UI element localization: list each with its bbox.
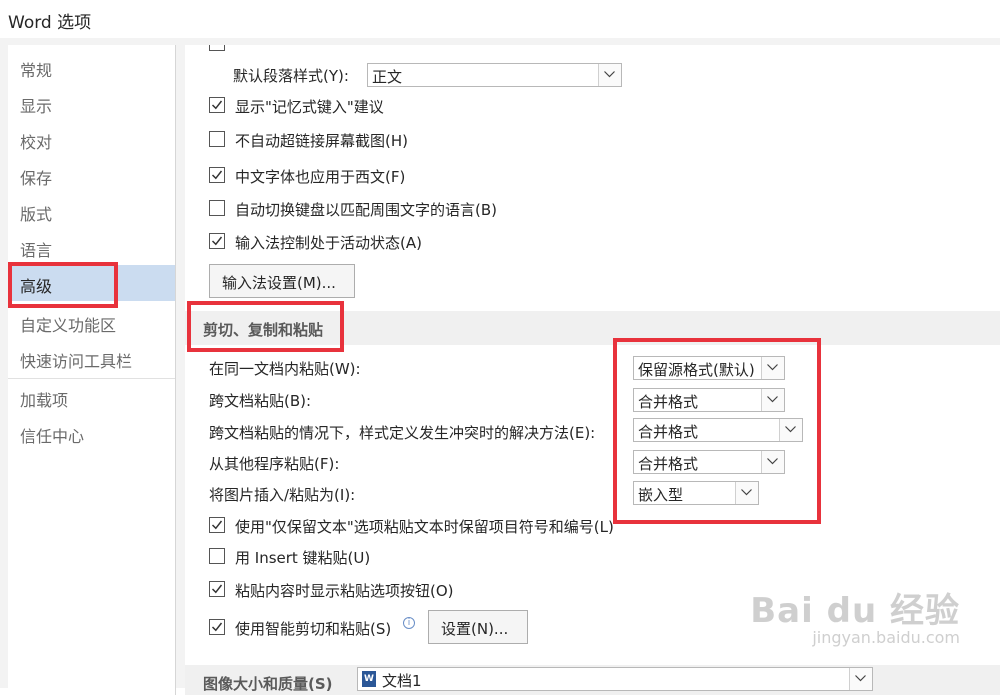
- paste-same-doc-label: 在同一文档内粘贴(W):: [209, 360, 361, 378]
- no-hyperlink-screenshot-label: 不自动超链接屏幕截图(H): [235, 132, 408, 150]
- chinese-font-western-checkbox[interactable]: [209, 167, 225, 183]
- chevron-down-icon: [598, 64, 621, 86]
- sidebar-item-language[interactable]: 语言: [8, 229, 175, 265]
- keep-bullets-label: 使用"仅保留文本"选项粘贴文本时保留项目符号和编号(L): [235, 518, 614, 536]
- default-paragraph-label: 默认段落样式(Y):: [233, 67, 349, 85]
- sidebar-item-display[interactable]: 显示: [8, 85, 175, 121]
- word-doc-icon: W: [362, 671, 376, 687]
- highlight-section-header: [187, 301, 344, 352]
- sidebar-item-quick-access[interactable]: 快速访问工具栏: [8, 340, 175, 376]
- sidebar-item-addins[interactable]: 加载项: [8, 379, 175, 415]
- highlight-paste-dropdowns: [613, 338, 821, 524]
- no-hyperlink-screenshot-checkbox[interactable]: [209, 131, 225, 147]
- smart-cut-paste-checkbox[interactable]: [209, 619, 225, 635]
- insert-key-paste-label: 用 Insert 键粘贴(U): [235, 549, 371, 567]
- chinese-font-western-label: 中文字体也应用于西文(F): [235, 168, 406, 186]
- info-icon: i: [403, 617, 415, 629]
- sidebar-item-layout[interactable]: 版式: [8, 193, 175, 229]
- title-bar: Word 选项: [0, 0, 1000, 38]
- sidebar-item-save[interactable]: 保存: [8, 157, 175, 193]
- image-doc-select[interactable]: 文档1 W: [357, 667, 873, 691]
- show-paste-options-checkbox[interactable]: [209, 581, 225, 597]
- highlight-advanced-nav: [8, 262, 118, 308]
- smart-cut-paste-label: 使用智能剪切和粘贴(S): [235, 620, 392, 638]
- smart-paste-settings-button[interactable]: 设置(N)...: [428, 610, 528, 644]
- insert-key-paste-checkbox[interactable]: [209, 548, 225, 564]
- checkbox-cut-off[interactable]: [209, 45, 225, 51]
- default-paragraph-select[interactable]: 正文: [367, 63, 622, 87]
- keep-bullets-checkbox[interactable]: [209, 517, 225, 533]
- paste-other-programs-label: 从其他程序粘贴(F):: [209, 455, 340, 473]
- baidu-watermark: Bai du 经验 jingyan.baidu.com: [750, 591, 960, 647]
- ime-settings-button[interactable]: 输入法设置(M)...: [209, 264, 355, 298]
- paste-between-docs-label: 跨文档粘贴(B):: [209, 392, 312, 410]
- sidebar-item-customize-ribbon[interactable]: 自定义功能区: [8, 304, 175, 340]
- chevron-down-icon: [849, 668, 872, 690]
- ime-active-label: 输入法控制处于活动状态(A): [235, 234, 422, 252]
- auto-switch-keyboard-label: 自动切换键盘以匹配周围文字的语言(B): [235, 201, 497, 219]
- ime-active-checkbox[interactable]: [209, 233, 225, 249]
- sidebar-item-trust-center[interactable]: 信任中心: [8, 415, 175, 451]
- style-conflict-label: 跨文档粘贴的情况下，样式定义发生冲突时的解决方法(E):: [209, 424, 596, 442]
- window-title: Word 选项: [8, 13, 92, 33]
- auto-switch-keyboard-checkbox[interactable]: [209, 200, 225, 216]
- sidebar-item-general[interactable]: 常规: [8, 49, 175, 85]
- show-paste-options-label: 粘贴内容时显示粘贴选项按钮(O): [235, 582, 454, 600]
- insert-picture-label: 将图片插入/粘贴为(I):: [209, 486, 356, 504]
- show-autocomplete-checkbox[interactable]: [209, 97, 225, 113]
- show-autocomplete-label: 显示"记忆式键入"建议: [235, 98, 384, 116]
- sidebar-item-proofing[interactable]: 校对: [8, 121, 175, 157]
- sidebar: 常规 显示 校对 保存 版式 语言 高级 自定义功能区 快速访问工具栏 加载项 …: [8, 45, 176, 695]
